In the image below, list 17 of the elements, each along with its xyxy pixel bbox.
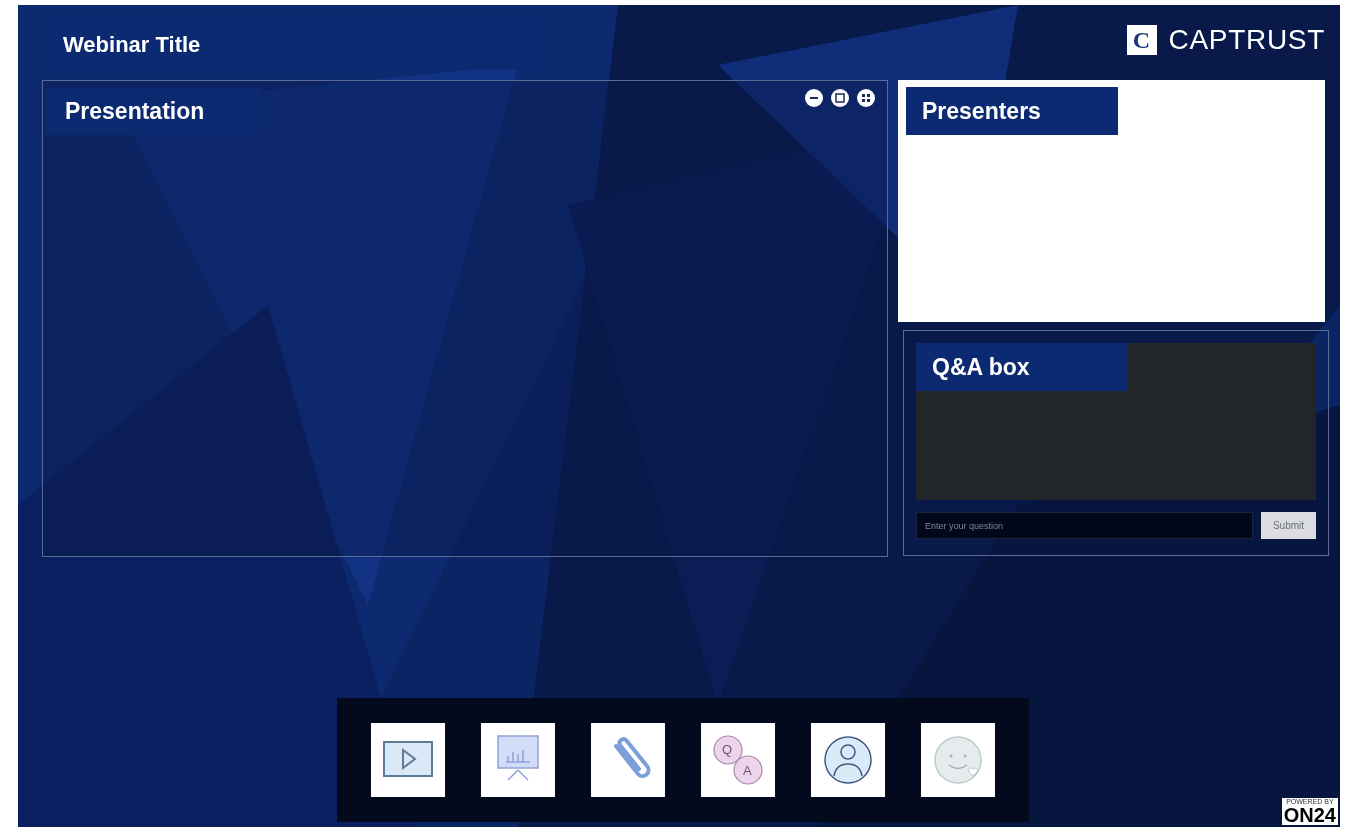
q-letter: Q	[722, 741, 733, 759]
panel-title: Presenters	[906, 87, 1118, 135]
logo-text: CAPTRUST	[1168, 23, 1325, 57]
panel-title: Q&A box	[916, 343, 1128, 391]
qa-button[interactable]: Q A	[701, 723, 775, 797]
panel-title: Presentation	[45, 88, 262, 135]
question-field[interactable]: Enter your question	[916, 512, 1253, 539]
profile-button[interactable]	[811, 723, 885, 797]
a-letter: A	[743, 762, 752, 780]
restore-button[interactable]	[831, 89, 849, 107]
fullscreen-button[interactable]	[857, 89, 875, 107]
minimize-button[interactable]	[805, 89, 823, 107]
video-button[interactable]	[371, 723, 445, 797]
submit-button[interactable]: Submit	[1261, 512, 1316, 539]
logo-mark: C	[1126, 25, 1157, 55]
brand-logo: ON24	[1283, 805, 1336, 825]
attachment-button[interactable]	[591, 723, 665, 797]
